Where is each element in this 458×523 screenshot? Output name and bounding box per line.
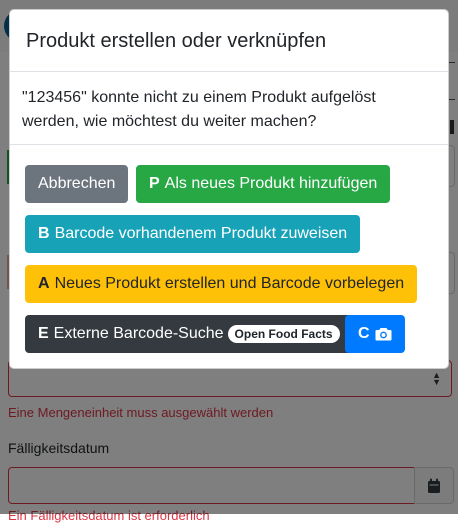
shortcut-key-p: P [149, 175, 160, 192]
modal-footer: Abbrechen P Als neues Produkt hinzufügen… [10, 145, 448, 368]
shortcut-key-b: B [38, 225, 50, 242]
add-as-new-product-label: Als neues Produkt hinzufügen [164, 175, 378, 192]
camera-scan-button[interactable]: C [345, 315, 405, 353]
assign-barcode-button[interactable]: B Barcode vorhandenem Produkt zuweisen [25, 215, 361, 253]
shortcut-key-a: A [38, 275, 50, 292]
modal-message: "123456" konnte nicht zu einem Produkt a… [10, 72, 448, 145]
create-product-label: Neues Produkt erstellen und Barcode vorb… [54, 275, 405, 292]
add-as-new-product-button[interactable]: P Als neues Produkt hinzufügen [136, 165, 391, 203]
modal-title: Produkt erstellen oder verknüpfen [26, 30, 327, 52]
modal-dialog: Produkt erstellen oder verknüpfen "12345… [9, 9, 449, 369]
shortcut-key-c: C [358, 325, 370, 342]
shortcut-key-e: E [38, 325, 49, 342]
open-food-facts-badge: Open Food Facts [227, 325, 340, 343]
camera-icon [375, 327, 392, 341]
modal-header: Produkt erstellen oder verknüpfen [10, 10, 448, 72]
cancel-button[interactable]: Abbrechen [25, 165, 129, 203]
create-product-button[interactable]: A Neues Produkt erstellen und Barcode vo… [25, 265, 418, 303]
external-barcode-search-button[interactable]: E Externe Barcode-Suche Open Food Facts [25, 315, 353, 353]
cancel-button-label: Abbrechen [38, 175, 116, 192]
assign-barcode-label: Barcode vorhandenem Produkt zuweisen [54, 225, 348, 242]
external-barcode-search-label: Externe Barcode-Suche [53, 325, 224, 342]
